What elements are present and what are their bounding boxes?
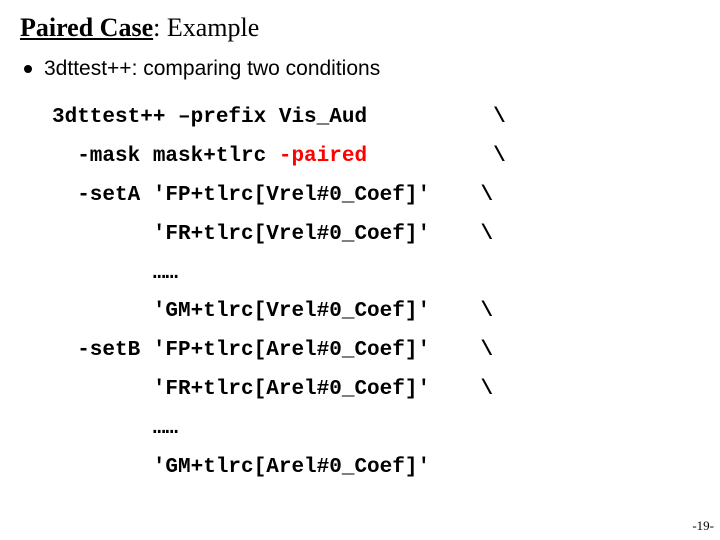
bullet-icon <box>24 65 32 73</box>
code-text: 'FR+tlrc[Arel#0_Coef]' <box>52 371 480 410</box>
title-underlined: Paired Case <box>20 13 153 42</box>
code-paired-flag: -paired <box>279 138 367 177</box>
code-text: 'FR+tlrc[Vrel#0_Coef]' <box>52 216 480 255</box>
bullet-text: 3dttest++: comparing two conditions <box>44 57 380 81</box>
slide-title: Paired Case: Example <box>20 12 700 43</box>
slide: Paired Case: Example 3dttest++: comparin… <box>0 0 720 540</box>
bullet-line: 3dttest++: comparing two conditions <box>24 57 700 81</box>
page-number: -19- <box>692 518 714 534</box>
code-text: 3dttest++ –prefix Vis_Aud <box>52 99 493 138</box>
code-text: -mask mask+tlrc <box>52 138 279 177</box>
code-text: -setB 'FP+tlrc[Arel#0_Coef]' <box>52 332 480 371</box>
code-row: 'GM+tlrc[Arel#0_Coef]' <box>52 449 700 488</box>
code-text: …… <box>52 255 178 294</box>
code-block: 3dttest++ –prefix Vis_Aud \ -mask mask+t… <box>52 99 700 487</box>
code-row: 'GM+tlrc[Vrel#0_Coef]' \ <box>52 293 700 332</box>
code-row: -setB 'FP+tlrc[Arel#0_Coef]' \ <box>52 332 700 371</box>
code-row: -mask mask+tlrc -paired \ <box>52 138 700 177</box>
code-text: -setA 'FP+tlrc[Vrel#0_Coef]' <box>52 177 480 216</box>
title-rest: : Example <box>153 13 259 42</box>
code-row: 3dttest++ –prefix Vis_Aud \ <box>52 99 700 138</box>
code-text: 'GM+tlrc[Vrel#0_Coef]' <box>52 293 480 332</box>
code-row: 'FR+tlrc[Arel#0_Coef]' \ <box>52 371 700 410</box>
code-row: …… <box>52 410 700 449</box>
line-continuation: \ <box>493 99 506 138</box>
line-continuation: \ <box>367 138 506 177</box>
code-text: …… <box>52 410 178 449</box>
line-continuation: \ <box>480 293 493 332</box>
line-continuation: \ <box>480 177 493 216</box>
line-continuation: \ <box>480 216 493 255</box>
code-row: 'FR+tlrc[Vrel#0_Coef]' \ <box>52 216 700 255</box>
code-row: …… <box>52 255 700 294</box>
line-continuation: \ <box>480 332 493 371</box>
code-row: -setA 'FP+tlrc[Vrel#0_Coef]' \ <box>52 177 700 216</box>
code-text: 'GM+tlrc[Arel#0_Coef]' <box>52 449 430 488</box>
line-continuation: \ <box>480 371 493 410</box>
